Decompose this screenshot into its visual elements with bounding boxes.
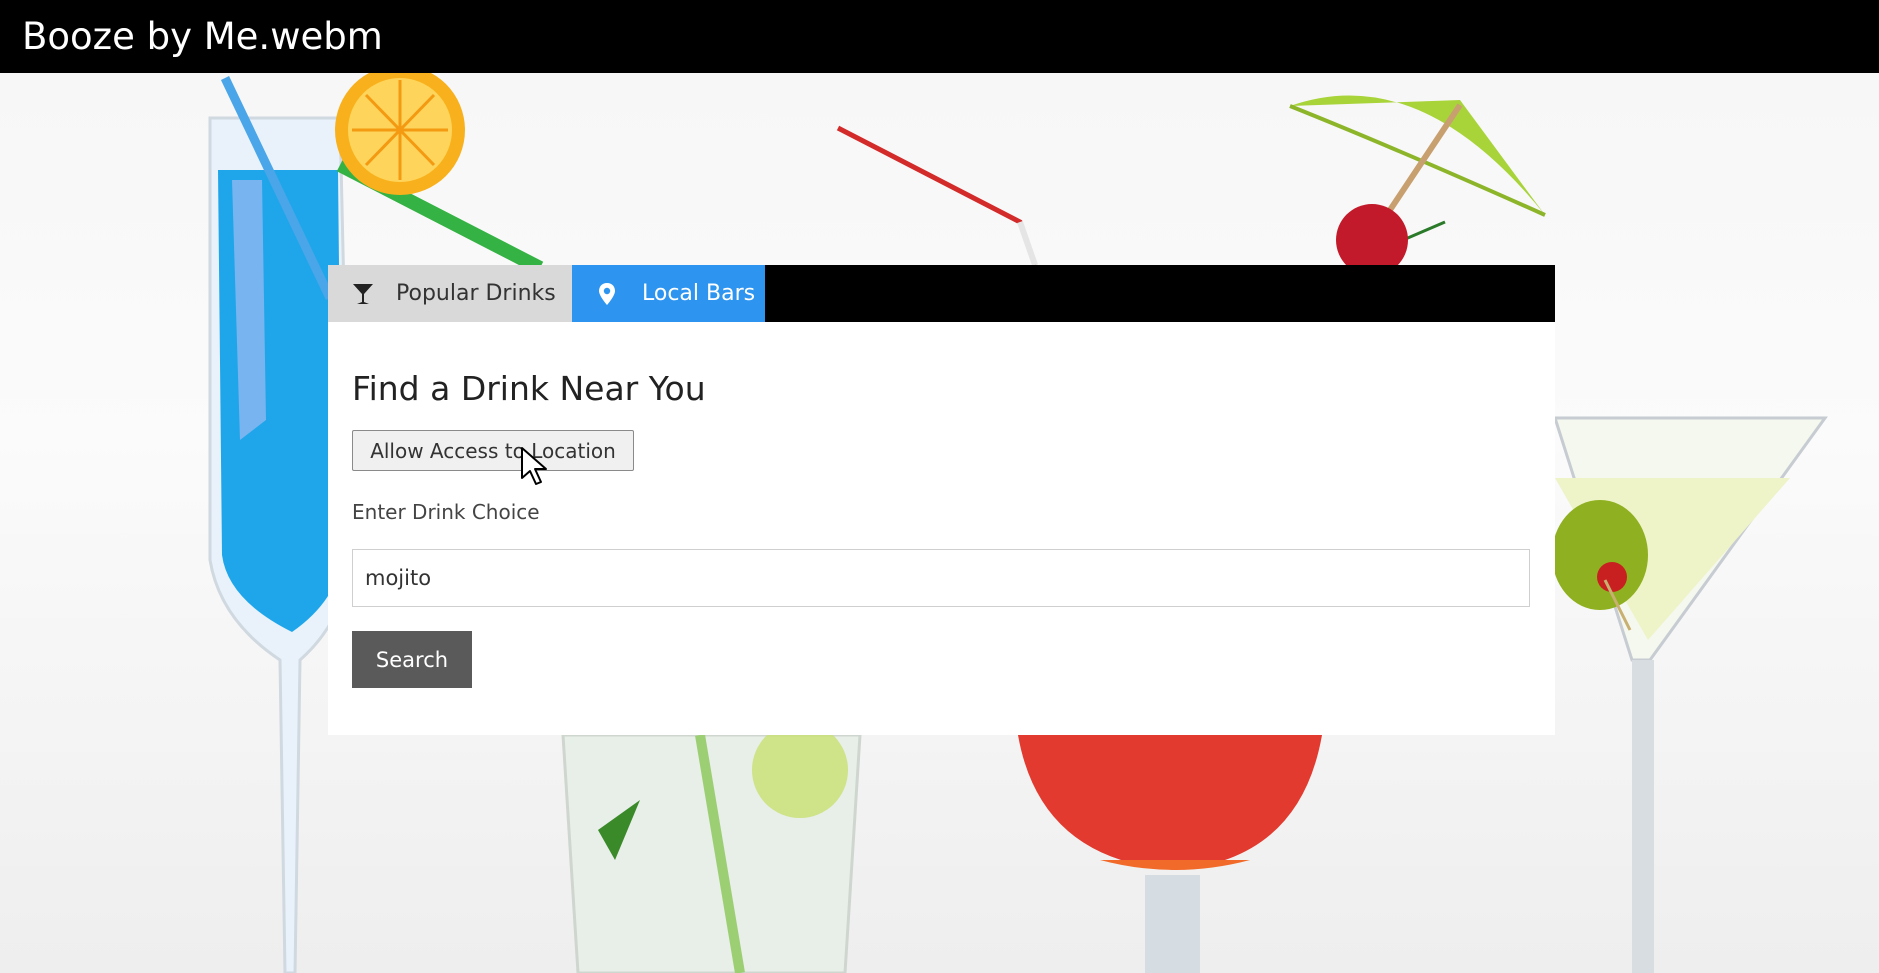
martini-glass-image	[1552, 416, 1828, 973]
page-heading: Find a Drink Near You	[352, 369, 706, 408]
straw-image	[836, 125, 1038, 266]
mojito-glass-image	[561, 722, 862, 973]
red-drink-image	[1018, 735, 1322, 973]
drink-choice-label: Enter Drink Choice	[352, 500, 540, 524]
map-pin-icon	[599, 282, 615, 305]
cocktail-glass-icon	[353, 283, 373, 304]
video-title-bar: Booze by Me.webm	[0, 0, 1879, 73]
allow-location-button[interactable]: Allow Access to Location	[352, 430, 634, 471]
tab-local-bars-label: Local Bars	[642, 281, 756, 306]
mouse-pointer-icon	[521, 447, 547, 485]
search-button[interactable]: Search	[352, 631, 472, 688]
drink-search-panel: Popular Drinks Local Bars Find a Drink N…	[328, 265, 1555, 735]
video-frame: Booze by Me.webm Popular Drinks Local Ba…	[0, 0, 1879, 973]
umbrella-image	[1289, 95, 1546, 276]
tab-local-bars[interactable]: Local Bars	[572, 265, 765, 322]
video-title: Booze by Me.webm	[22, 15, 383, 58]
drink-choice-input[interactable]	[352, 549, 1530, 607]
tab-popular-drinks-label: Popular Drinks	[396, 281, 556, 306]
tab-popular-drinks[interactable]: Popular Drinks	[328, 265, 572, 322]
tab-bar: Popular Drinks Local Bars	[328, 265, 1555, 322]
